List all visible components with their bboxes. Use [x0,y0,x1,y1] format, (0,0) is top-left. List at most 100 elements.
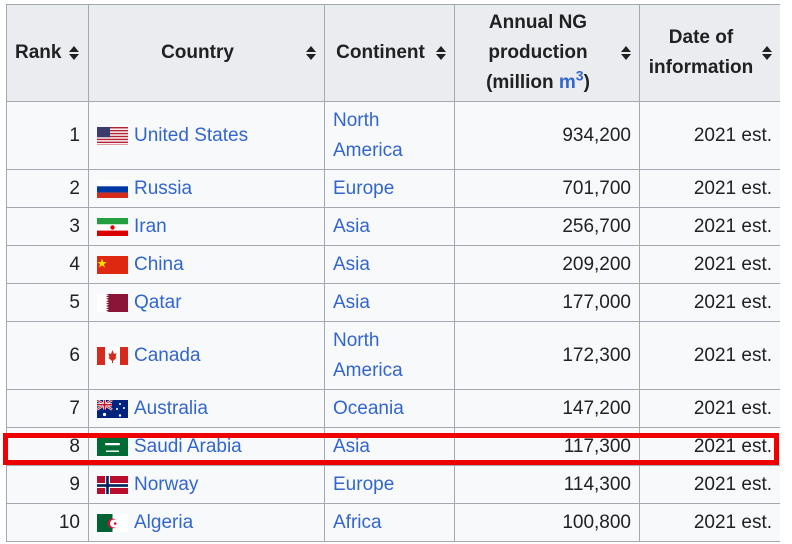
country-link[interactable]: Norway [134,470,198,500]
production-cell: 177,000 [455,284,640,322]
continent-link[interactable]: Asia [333,436,370,457]
table-row: 3IranAsia256,7002021 est. [7,208,781,246]
table-container: Rank Country Continent Annual NG product… [6,4,780,544]
production-header[interactable]: Annual NG production (million m3) [455,5,640,102]
continent-link[interactable]: Oceania [333,398,404,419]
date-cell: 2021 est. [640,284,781,322]
australia-flag-icon [97,399,128,418]
country-link[interactable]: China [134,250,184,280]
date-header-label: Date ofinformation [648,23,754,83]
us-flag-icon [97,126,128,145]
date-header[interactable]: Date ofinformation [640,5,781,102]
norway-flag-icon [97,475,128,494]
table-header-row: Rank Country Continent Annual NG product… [7,5,781,102]
rank-cell: 8 [7,428,89,466]
cubic-metre-link[interactable]: m3 [559,72,584,93]
table-row: 2 Russia Europe 701,7002021 est. [7,170,781,208]
continent-cell: Asia [325,208,455,246]
continent-header[interactable]: Continent [325,5,455,102]
sort-icon[interactable] [762,46,772,60]
canada-flag-icon [97,346,128,365]
table-row: 7 Australia Oceania 147,2002021 est. [7,390,781,428]
continent-link[interactable]: Africa [333,512,382,533]
country-header-label: Country [97,38,298,68]
country-link[interactable]: Algeria [134,508,193,538]
country-link[interactable]: Australia [134,394,208,424]
country-link[interactable]: Russia [134,174,192,204]
date-cell: 2021 est. [640,428,781,466]
country-cell: Algeria [89,504,325,542]
country-cell: Canada [89,322,325,390]
table-row: 1 United States NorthAmerica 934,2002021 es… [7,102,781,170]
continent-link[interactable]: NorthAmerica [333,330,403,381]
continent-link[interactable]: NorthAmerica [333,110,403,161]
country-link[interactable]: Saudi Arabia [134,432,242,462]
date-cell: 2021 est. [640,102,781,170]
rank-cell: 5 [7,284,89,322]
china-flag-icon [97,255,128,274]
country-cell: Iran [89,208,325,246]
rank-header[interactable]: Rank [7,5,89,102]
continent-link[interactable]: Europe [333,474,394,495]
country-link[interactable]: Iran [134,212,167,242]
russia-flag-icon [97,179,128,198]
date-cell: 2021 est. [640,208,781,246]
continent-link[interactable]: Asia [333,216,370,237]
table-row: 4 China Asia 209,2002021 est. [7,246,781,284]
country-cell: Norway [89,466,325,504]
country-cell: China [89,246,325,284]
table-row: 5 Qatar Asia 177,0002021 est. [7,284,781,322]
production-cell: 114,300 [455,466,640,504]
date-cell: 2021 est. [640,390,781,428]
rank-cell: 9 [7,466,89,504]
continent-cell: Europe [325,466,455,504]
country-header[interactable]: Country [89,5,325,102]
country-cell: Saudi Arabia [89,428,325,466]
production-cell: 701,700 [455,170,640,208]
country-cell: Qatar [89,284,325,322]
date-cell: 2021 est. [640,466,781,504]
country-cell: United States [89,102,325,170]
date-cell: 2021 est. [640,246,781,284]
algeria-flag-icon [97,513,128,532]
date-cell: 2021 est. [640,504,781,542]
continent-cell: Africa [325,504,455,542]
natural-gas-production-table: Rank Country Continent Annual NG product… [6,4,780,542]
continent-cell: Asia [325,284,455,322]
rank-cell: 3 [7,208,89,246]
sort-icon[interactable] [306,46,316,60]
continent-cell: Asia [325,428,455,466]
continent-link[interactable]: Asia [333,292,370,313]
rank-cell: 6 [7,322,89,390]
country-link[interactable]: Qatar [134,288,182,318]
continent-cell: Europe [325,170,455,208]
table-row: 10AlgeriaAfrica100,8002021 est. [7,504,781,542]
continent-header-label: Continent [333,38,428,68]
table-row: 6CanadaNorthAmerica172,3002021 est. [7,322,781,390]
production-cell: 117,300 [455,428,640,466]
sort-icon[interactable] [69,46,79,60]
production-cell: 172,300 [455,322,640,390]
continent-link[interactable]: Europe [333,178,394,199]
iran-flag-icon [97,217,128,236]
sort-icon[interactable] [436,46,446,60]
table-row: 9 Norway Europe 114,3002021 est. [7,466,781,504]
production-cell: 100,800 [455,504,640,542]
continent-link[interactable]: Asia [333,254,370,275]
country-link[interactable]: United States [134,121,248,151]
rank-cell: 2 [7,170,89,208]
production-header-label: Annual NG production (million m3) [463,8,613,98]
rank-cell: 4 [7,246,89,284]
saudi-arabia-flag-icon [97,437,128,456]
production-cell: 209,200 [455,246,640,284]
sort-icon[interactable] [621,46,631,60]
table-body: 1United StatesNorthAmerica934,2002021 es… [7,102,781,542]
rank-cell: 7 [7,390,89,428]
qatar-flag-icon [97,293,128,312]
country-link[interactable]: Canada [134,341,201,371]
continent-cell: NorthAmerica [325,102,455,170]
date-cell: 2021 est. [640,170,781,208]
production-cell: 934,200 [455,102,640,170]
production-cell: 147,200 [455,390,640,428]
rank-cell: 1 [7,102,89,170]
